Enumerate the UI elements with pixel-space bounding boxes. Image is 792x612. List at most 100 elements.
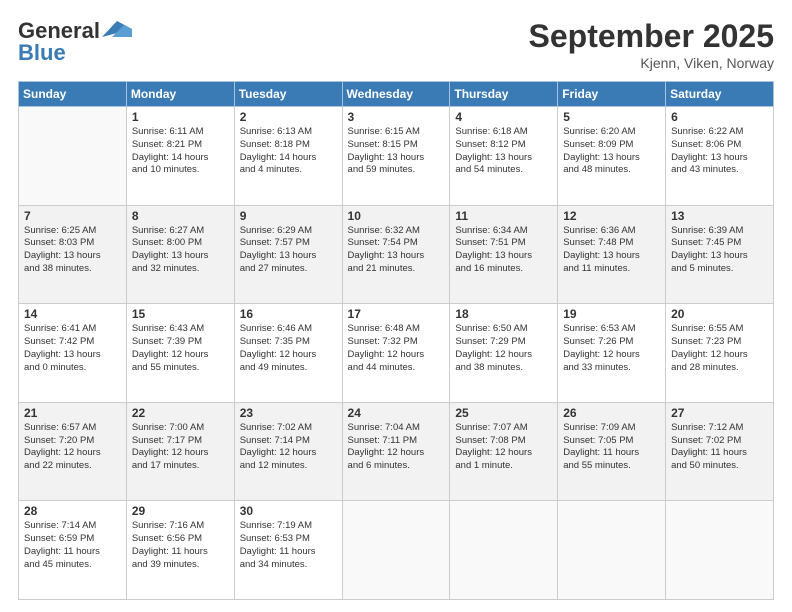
day-detail: Sunrise: 6:15 AM Sunset: 8:15 PM Dayligh…	[348, 126, 445, 177]
day-detail: Sunrise: 6:50 AM Sunset: 7:29 PM Dayligh…	[455, 323, 552, 374]
day-detail: Sunrise: 6:48 AM Sunset: 7:32 PM Dayligh…	[348, 323, 445, 374]
day-number: 14	[24, 307, 121, 321]
day-detail: Sunrise: 6:11 AM Sunset: 8:21 PM Dayligh…	[132, 126, 229, 177]
calendar-cell: 13 Sunrise: 6:39 AM Sunset: 7:45 PM Dayli…	[666, 205, 774, 304]
calendar-cell: 29 Sunrise: 7:16 AM Sunset: 6:56 PM Dayli…	[126, 501, 234, 600]
day-detail: Sunrise: 7:04 AM Sunset: 7:11 PM Dayligh…	[348, 422, 445, 473]
calendar-cell: 26Sunrise: 7:09 AM Sunset: 7:05 PM Dayli…	[558, 402, 666, 501]
day-number: 30	[240, 504, 337, 518]
calendar-table: SundayMondayTuesdayWednesdayThursdayFrid…	[18, 81, 774, 600]
day-detail: Sunrise: 6:29 AM Sunset: 7:57 PM Dayligh…	[240, 225, 337, 276]
calendar-cell: 9 Sunrise: 6:29 AM Sunset: 7:57 PM Daylig…	[234, 205, 342, 304]
calendar-cell: 30 Sunrise: 7:19 AM Sunset: 6:53 PM Dayli…	[234, 501, 342, 600]
day-number: 25	[455, 406, 552, 420]
calendar-cell: 20Sunrise: 6:55 AM Sunset: 7:23 PM Dayli…	[666, 304, 774, 403]
calendar-cell: 17Sunrise: 6:48 AM Sunset: 7:32 PM Dayli…	[342, 304, 450, 403]
page: General Blue September 2025 Kjenn, Viken…	[0, 0, 792, 612]
day-number: 16	[240, 307, 337, 321]
calendar-day-header: Saturday	[666, 82, 774, 107]
calendar-cell: 18 Sunrise: 6:50 AM Sunset: 7:29 PM Dayli…	[450, 304, 558, 403]
day-number: 13	[671, 209, 768, 223]
calendar-cell	[342, 501, 450, 600]
calendar-day-header: Friday	[558, 82, 666, 107]
day-number: 3	[348, 110, 445, 124]
day-number: 23	[240, 406, 337, 420]
calendar-cell: 14 Sunrise: 6:41 AM Sunset: 7:42 PM Dayli…	[19, 304, 127, 403]
calendar-header-row: SundayMondayTuesdayWednesdayThursdayFrid…	[19, 82, 774, 107]
day-detail: Sunrise: 6:43 AM Sunset: 7:39 PM Dayligh…	[132, 323, 229, 374]
calendar-cell: 11 Sunrise: 6:34 AM Sunset: 7:51 PM Dayli…	[450, 205, 558, 304]
calendar-cell: 12Sunrise: 6:36 AM Sunset: 7:48 PM Dayli…	[558, 205, 666, 304]
day-detail: Sunrise: 6:27 AM Sunset: 8:00 PM Dayligh…	[132, 225, 229, 276]
calendar-cell: 21Sunrise: 6:57 AM Sunset: 7:20 PM Dayli…	[19, 402, 127, 501]
calendar-week-row: 21Sunrise: 6:57 AM Sunset: 7:20 PM Dayli…	[19, 402, 774, 501]
day-detail: Sunrise: 6:32 AM Sunset: 7:54 PM Dayligh…	[348, 225, 445, 276]
calendar-day-header: Tuesday	[234, 82, 342, 107]
day-number: 10	[348, 209, 445, 223]
day-number: 4	[455, 110, 552, 124]
day-number: 22	[132, 406, 229, 420]
calendar-cell: 25 Sunrise: 7:07 AM Sunset: 7:08 PM Dayli…	[450, 402, 558, 501]
day-detail: Sunrise: 6:13 AM Sunset: 8:18 PM Dayligh…	[240, 126, 337, 177]
calendar-cell: 1Sunrise: 6:11 AM Sunset: 8:21 PM Daylig…	[126, 107, 234, 206]
calendar-week-row: 7Sunrise: 6:25 AM Sunset: 8:03 PM Daylig…	[19, 205, 774, 304]
logo: General Blue	[18, 18, 132, 66]
day-number: 26	[563, 406, 660, 420]
calendar-cell: 15Sunrise: 6:43 AM Sunset: 7:39 PM Dayli…	[126, 304, 234, 403]
location: Kjenn, Viken, Norway	[529, 55, 774, 71]
day-detail: Sunrise: 7:07 AM Sunset: 7:08 PM Dayligh…	[455, 422, 552, 473]
calendar-cell: 4 Sunrise: 6:18 AM Sunset: 8:12 PM Daylig…	[450, 107, 558, 206]
day-number: 6	[671, 110, 768, 124]
calendar-cell: 22 Sunrise: 7:00 AM Sunset: 7:17 PM Dayli…	[126, 402, 234, 501]
day-detail: Sunrise: 7:02 AM Sunset: 7:14 PM Dayligh…	[240, 422, 337, 473]
calendar-week-row: 14 Sunrise: 6:41 AM Sunset: 7:42 PM Dayli…	[19, 304, 774, 403]
day-number: 27	[671, 406, 768, 420]
day-detail: Sunrise: 7:19 AM Sunset: 6:53 PM Dayligh…	[240, 520, 337, 571]
day-detail: Sunrise: 7:00 AM Sunset: 7:17 PM Dayligh…	[132, 422, 229, 473]
day-number: 18	[455, 307, 552, 321]
calendar-cell: 10 Sunrise: 6:32 AM Sunset: 7:54 PM Dayli…	[342, 205, 450, 304]
day-number: 9	[240, 209, 337, 223]
day-detail: Sunrise: 6:34 AM Sunset: 7:51 PM Dayligh…	[455, 225, 552, 276]
day-detail: Sunrise: 7:14 AM Sunset: 6:59 PM Dayligh…	[24, 520, 121, 571]
logo-blue: Blue	[18, 40, 66, 66]
day-number: 28	[24, 504, 121, 518]
header: General Blue September 2025 Kjenn, Viken…	[18, 18, 774, 71]
calendar-cell: 19 Sunrise: 6:53 AM Sunset: 7:26 PM Dayli…	[558, 304, 666, 403]
month-title: September 2025	[529, 18, 774, 55]
day-detail: Sunrise: 7:16 AM Sunset: 6:56 PM Dayligh…	[132, 520, 229, 571]
calendar-week-row: 28 Sunrise: 7:14 AM Sunset: 6:59 PM Dayli…	[19, 501, 774, 600]
day-number: 12	[563, 209, 660, 223]
calendar-day-header: Thursday	[450, 82, 558, 107]
calendar-day-header: Wednesday	[342, 82, 450, 107]
title-block: September 2025 Kjenn, Viken, Norway	[529, 18, 774, 71]
calendar-cell	[450, 501, 558, 600]
day-detail: Sunrise: 6:53 AM Sunset: 7:26 PM Dayligh…	[563, 323, 660, 374]
calendar-cell: 28 Sunrise: 7:14 AM Sunset: 6:59 PM Dayli…	[19, 501, 127, 600]
calendar-cell: 27 Sunrise: 7:12 AM Sunset: 7:02 PM Dayli…	[666, 402, 774, 501]
day-detail: Sunrise: 7:12 AM Sunset: 7:02 PM Dayligh…	[671, 422, 768, 473]
day-detail: Sunrise: 6:39 AM Sunset: 7:45 PM Dayligh…	[671, 225, 768, 276]
calendar-cell: 16 Sunrise: 6:46 AM Sunset: 7:35 PM Dayli…	[234, 304, 342, 403]
day-number: 8	[132, 209, 229, 223]
day-detail: Sunrise: 6:18 AM Sunset: 8:12 PM Dayligh…	[455, 126, 552, 177]
day-detail: Sunrise: 6:41 AM Sunset: 7:42 PM Dayligh…	[24, 323, 121, 374]
calendar-day-header: Sunday	[19, 82, 127, 107]
calendar-cell: 3 Sunrise: 6:15 AM Sunset: 8:15 PM Daylig…	[342, 107, 450, 206]
day-detail: Sunrise: 6:22 AM Sunset: 8:06 PM Dayligh…	[671, 126, 768, 177]
calendar-cell: 5Sunrise: 6:20 AM Sunset: 8:09 PM Daylig…	[558, 107, 666, 206]
calendar-cell	[558, 501, 666, 600]
logo-icon	[102, 19, 132, 39]
day-detail: Sunrise: 6:55 AM Sunset: 7:23 PM Dayligh…	[671, 323, 768, 374]
day-detail: Sunrise: 6:46 AM Sunset: 7:35 PM Dayligh…	[240, 323, 337, 374]
calendar-cell: 7Sunrise: 6:25 AM Sunset: 8:03 PM Daylig…	[19, 205, 127, 304]
calendar-cell: 2 Sunrise: 6:13 AM Sunset: 8:18 PM Daylig…	[234, 107, 342, 206]
day-number: 11	[455, 209, 552, 223]
day-detail: Sunrise: 6:20 AM Sunset: 8:09 PM Dayligh…	[563, 126, 660, 177]
day-number: 19	[563, 307, 660, 321]
day-detail: Sunrise: 6:25 AM Sunset: 8:03 PM Dayligh…	[24, 225, 121, 276]
day-number: 29	[132, 504, 229, 518]
calendar-cell: 24 Sunrise: 7:04 AM Sunset: 7:11 PM Dayli…	[342, 402, 450, 501]
day-number: 24	[348, 406, 445, 420]
day-number: 2	[240, 110, 337, 124]
